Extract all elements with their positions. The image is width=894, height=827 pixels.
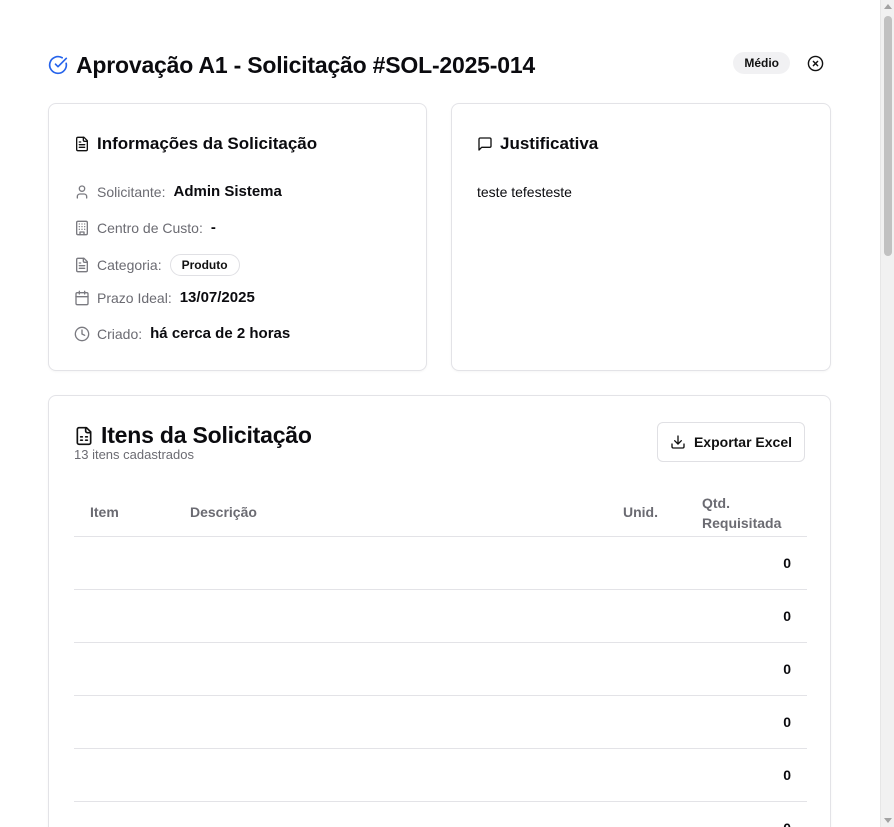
- info-row-cost-center: Centro de Custo: -: [74, 219, 216, 236]
- info-label: Categoria:: [97, 257, 162, 273]
- scrollbar-thumb[interactable]: [884, 16, 892, 256]
- table-row[interactable]: 0: [74, 590, 807, 643]
- file-text-icon: [74, 136, 90, 152]
- info-row-deadline: Prazo Ideal: 13/07/2025: [74, 289, 255, 306]
- column-header-qty[interactable]: Qtd. Requisitada: [702, 493, 781, 533]
- vertical-scrollbar[interactable]: [880, 0, 894, 827]
- info-row-category: Categoria: Produto: [74, 254, 240, 276]
- items-card: Itens da Solicitação 13 itens cadastrado…: [48, 395, 831, 827]
- items-title: Itens da Solicitação: [74, 422, 312, 449]
- info-value: Admin Sistema: [173, 183, 282, 200]
- building-icon: [74, 220, 90, 236]
- items-count: 13 itens cadastrados: [74, 447, 194, 462]
- qty-cell: 0: [783, 555, 791, 571]
- info-row-requester: Solicitante: Admin Sistema: [74, 183, 282, 200]
- close-icon: [807, 55, 823, 71]
- qty-cell: 0: [783, 714, 791, 730]
- info-label: Centro de Custo:: [97, 219, 203, 236]
- column-header-description[interactable]: Descrição: [190, 504, 257, 520]
- info-label: Prazo Ideal:: [97, 289, 172, 306]
- table-row[interactable]: 0: [74, 643, 807, 696]
- qty-cell: 0: [783, 767, 791, 783]
- justification-text: teste tefesteste: [477, 184, 572, 200]
- column-header-unit[interactable]: Unid.: [623, 504, 658, 520]
- qty-cell: 0: [783, 608, 791, 624]
- justification-card: Justificativa teste tefesteste: [451, 103, 831, 371]
- user-icon: [74, 184, 90, 200]
- info-value: 13/07/2025: [179, 289, 255, 306]
- close-button[interactable]: [806, 54, 824, 72]
- table-row[interactable]: 0: [74, 749, 807, 802]
- dialog-header: Aprovação A1 - Solicitação #SOL-2025-014…: [48, 50, 830, 80]
- priority-badge: Médio: [733, 52, 790, 74]
- qty-cell: 0: [783, 661, 791, 677]
- approval-dialog: Aprovação A1 - Solicitação #SOL-2025-014…: [0, 0, 880, 827]
- column-header-qty-line1: Qtd.: [702, 495, 730, 511]
- info-label: Criado:: [97, 325, 143, 342]
- items-table: Item Descrição Unid. Qtd. Requisitada 0 …: [74, 484, 807, 827]
- dialog-title: Aprovação A1 - Solicitação #SOL-2025-014: [76, 51, 536, 78]
- export-excel-label: Exportar Excel: [693, 434, 793, 450]
- calendar-icon: [74, 290, 90, 306]
- file-text-icon: [74, 257, 90, 273]
- file-spreadsheet-icon: [74, 426, 94, 446]
- scroll-up-arrow-icon[interactable]: [884, 4, 892, 9]
- request-info-title-text: Informações da Solicitação: [97, 134, 318, 153]
- column-header-item[interactable]: Item: [90, 504, 119, 520]
- category-chip: Produto: [169, 254, 240, 276]
- clock-icon: [74, 326, 90, 342]
- table-row[interactable]: 0: [74, 802, 807, 827]
- export-excel-button[interactable]: Exportar Excel: [657, 422, 805, 462]
- info-value: há cerca de 2 horas: [150, 325, 291, 342]
- qty-cell: 0: [783, 820, 791, 827]
- items-title-text: Itens da Solicitação: [101, 422, 312, 448]
- message-square-icon: [477, 136, 493, 152]
- table-row[interactable]: 0: [74, 537, 807, 590]
- scroll-down-arrow-icon[interactable]: [884, 818, 892, 823]
- circle-check-icon: [48, 55, 68, 75]
- info-value: -: [210, 219, 216, 236]
- request-info-card: Informações da Solicitação Solicitante: …: [48, 103, 427, 371]
- table-header: Item Descrição Unid. Qtd. Requisitada: [74, 484, 807, 537]
- table-row[interactable]: 0: [74, 696, 807, 749]
- justification-title: Justificativa: [477, 134, 598, 154]
- justification-title-text: Justificativa: [500, 134, 599, 153]
- column-header-qty-line2: Requisitada: [702, 515, 782, 531]
- info-label: Solicitante:: [97, 183, 166, 200]
- info-row-created: Criado: há cerca de 2 horas: [74, 325, 290, 342]
- download-icon: [670, 434, 686, 450]
- request-info-title: Informações da Solicitação: [74, 134, 317, 154]
